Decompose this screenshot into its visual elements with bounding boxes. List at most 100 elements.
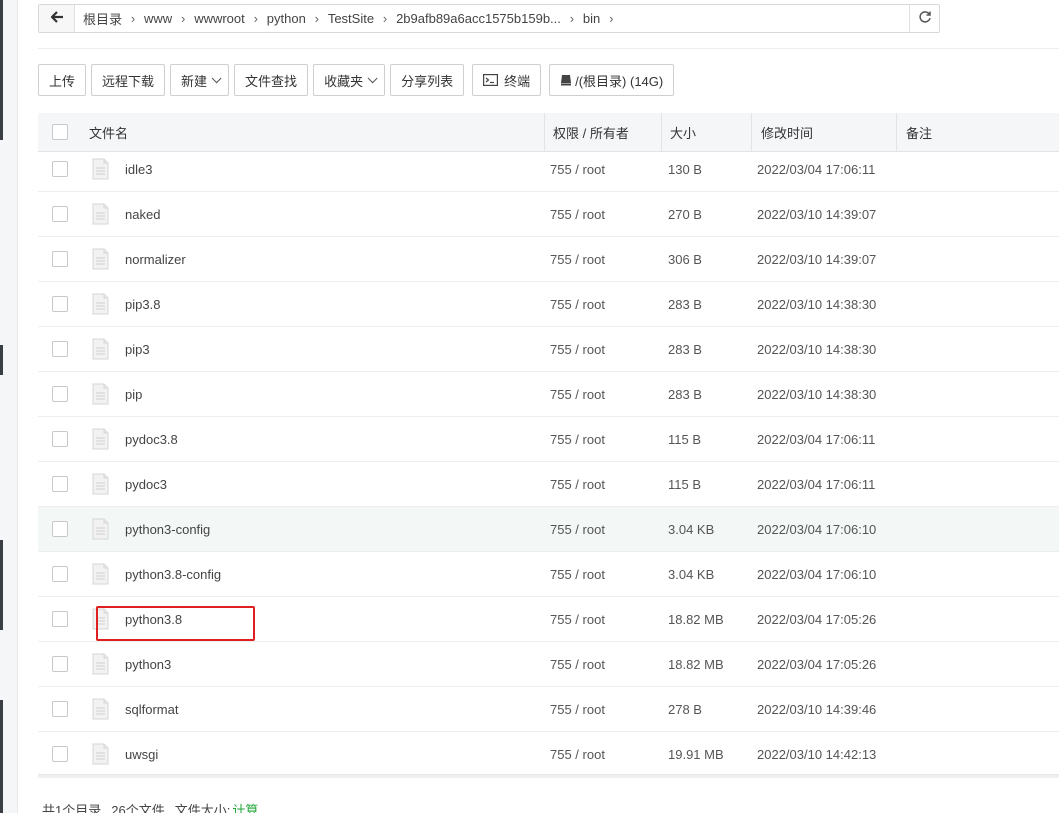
header-permission[interactable]: 权限 / 所有者 bbox=[544, 113, 661, 151]
file-permission[interactable]: 755 / root bbox=[544, 567, 661, 582]
table-row[interactable]: python3.8-config 755 / root 3.04 KB 2022… bbox=[38, 552, 1059, 597]
file-search-button[interactable]: 文件查找 bbox=[234, 64, 309, 96]
file-name[interactable]: python3.8 bbox=[125, 612, 182, 627]
row-checkbox[interactable] bbox=[52, 341, 68, 357]
file-size: 278 B bbox=[668, 701, 702, 717]
file-name[interactable]: pydoc3 bbox=[125, 477, 167, 492]
table-row[interactable]: idle3 755 / root 130 B 2022/03/04 17:06:… bbox=[38, 152, 1059, 192]
file-name[interactable]: idle3 bbox=[125, 162, 152, 177]
file-permission[interactable]: 755 / root bbox=[544, 162, 661, 177]
breadcrumb-item[interactable]: 2b9afb89a6acc1575b159b... bbox=[396, 11, 561, 26]
breadcrumb: 根目录 › www › wwwroot › python › TestSite › 2b9… bbox=[75, 9, 909, 28]
table-row[interactable]: normalizer 755 / root 306 B 2022/03/10 1… bbox=[38, 237, 1059, 282]
share-list-button[interactable]: 分享列表 bbox=[390, 64, 465, 96]
left-sidebar-edge bbox=[0, 0, 18, 813]
divider bbox=[38, 48, 1059, 49]
file-mtime: 2022/03/04 17:06:10 bbox=[757, 521, 877, 537]
file-name[interactable]: pip3.8 bbox=[125, 297, 160, 312]
disk-label: /(根目录) (14G) bbox=[575, 73, 664, 89]
row-checkbox[interactable] bbox=[52, 251, 68, 267]
chevron-down-icon bbox=[367, 72, 378, 83]
row-checkbox[interactable] bbox=[52, 566, 68, 582]
table-row[interactable]: python3.8 755 / root 18.82 MB 2022/03/04… bbox=[38, 597, 1059, 642]
table-row[interactable]: sqlformat 755 / root 278 B 2022/03/10 14… bbox=[38, 687, 1059, 732]
row-checkbox[interactable] bbox=[52, 656, 68, 672]
disk-button[interactable]: /(根目录) (14G) bbox=[549, 64, 675, 96]
file-size: 115 B bbox=[668, 476, 702, 492]
chevron-right-icon: › bbox=[253, 11, 258, 26]
row-checkbox[interactable] bbox=[52, 161, 68, 177]
file-permission[interactable]: 755 / root bbox=[544, 207, 661, 222]
row-checkbox[interactable] bbox=[52, 206, 68, 222]
file-name[interactable]: pip3 bbox=[125, 342, 150, 357]
toolbar: 上传 远程下载 新建 文件查找 收藏夹 分享列表 终端 /(根目录) (14G) bbox=[38, 64, 679, 97]
breadcrumb-item[interactable]: www bbox=[144, 11, 172, 26]
row-checkbox[interactable] bbox=[52, 701, 68, 717]
file-permission[interactable]: 755 / root bbox=[544, 387, 661, 402]
file-permission[interactable]: 755 / root bbox=[544, 297, 661, 312]
file-name[interactable]: python3 bbox=[125, 657, 171, 672]
file-name[interactable]: pydoc3.8 bbox=[125, 432, 178, 447]
file-permission[interactable]: 755 / root bbox=[544, 342, 661, 357]
file-permission[interactable]: 755 / root bbox=[544, 252, 661, 267]
header-filename[interactable]: 文件名 bbox=[82, 113, 544, 151]
table-row[interactable]: python3 755 / root 18.82 MB 2022/03/04 1… bbox=[38, 642, 1059, 687]
file-mtime: 2022/03/10 14:39:46 bbox=[757, 701, 877, 717]
header-mtime[interactable]: 修改时间 bbox=[751, 113, 896, 151]
upload-button[interactable]: 上传 bbox=[38, 64, 87, 96]
file-name[interactable]: python3-config bbox=[125, 522, 210, 537]
file-name[interactable]: naked bbox=[125, 207, 160, 222]
file-permission[interactable]: 755 / root bbox=[544, 747, 661, 762]
file-permission[interactable]: 755 / root bbox=[544, 432, 661, 447]
chevron-right-icon: › bbox=[314, 11, 319, 26]
row-checkbox[interactable] bbox=[52, 386, 68, 402]
file-name[interactable]: pip bbox=[125, 387, 142, 402]
row-checkbox[interactable] bbox=[52, 296, 68, 312]
table-row[interactable]: python3-config 755 / root 3.04 KB 2022/0… bbox=[38, 507, 1059, 552]
breadcrumb-item[interactable]: TestSite bbox=[328, 11, 374, 26]
refresh-button[interactable] bbox=[909, 5, 939, 32]
breadcrumb-item[interactable]: python bbox=[267, 11, 306, 26]
select-all-checkbox[interactable] bbox=[52, 124, 68, 140]
file-permission[interactable]: 755 / root bbox=[544, 702, 661, 717]
table-row[interactable]: pip3.8 755 / root 283 B 2022/03/10 14:38… bbox=[38, 282, 1059, 327]
file-mtime: 2022/03/04 17:05:26 bbox=[757, 656, 877, 672]
file-icon bbox=[92, 518, 109, 540]
terminal-button[interactable]: 终端 bbox=[472, 64, 542, 96]
file-name[interactable]: uwsgi bbox=[125, 747, 158, 762]
chevron-right-icon: › bbox=[382, 11, 388, 26]
file-count: 26个文件 bbox=[111, 803, 165, 813]
row-checkbox[interactable] bbox=[52, 476, 68, 492]
new-dropdown-button[interactable]: 新建 bbox=[170, 64, 230, 96]
file-size: 283 B bbox=[668, 341, 702, 357]
row-checkbox[interactable] bbox=[52, 521, 68, 537]
file-icon bbox=[92, 608, 109, 630]
header-size[interactable]: 大小 bbox=[661, 113, 751, 151]
breadcrumb-item[interactable]: bin bbox=[583, 11, 600, 26]
remote-download-button[interactable]: 远程下载 bbox=[91, 64, 166, 96]
file-permission[interactable]: 755 / root bbox=[544, 522, 661, 537]
file-name[interactable]: sqlformat bbox=[125, 702, 178, 717]
row-checkbox[interactable] bbox=[52, 746, 68, 762]
table-row[interactable]: naked 755 / root 270 B 2022/03/10 14:39:… bbox=[38, 192, 1059, 237]
calculate-size-link[interactable]: 计算 bbox=[232, 803, 258, 813]
row-checkbox[interactable] bbox=[52, 611, 68, 627]
file-permission[interactable]: 755 / root bbox=[544, 657, 661, 672]
row-checkbox[interactable] bbox=[52, 431, 68, 447]
horizontal-scrollbar[interactable] bbox=[38, 774, 1059, 778]
breadcrumb-item[interactable]: 根目录 bbox=[83, 9, 122, 28]
file-name[interactable]: python3.8-config bbox=[125, 567, 221, 582]
file-permission[interactable]: 755 / root bbox=[544, 477, 661, 492]
breadcrumb-item[interactable]: wwwroot bbox=[194, 11, 245, 26]
file-mtime: 2022/03/04 17:06:11 bbox=[757, 161, 876, 177]
favorites-dropdown-button[interactable]: 收藏夹 bbox=[313, 64, 386, 96]
table-row[interactable]: pydoc3 755 / root 115 B 2022/03/04 17:06… bbox=[38, 462, 1059, 507]
table-row[interactable]: uwsgi 755 / root 19.91 MB 2022/03/10 14:… bbox=[38, 732, 1059, 776]
table-row[interactable]: pip3 755 / root 283 B 2022/03/10 14:38:3… bbox=[38, 327, 1059, 372]
remote-download-label: 远程下载 bbox=[102, 73, 155, 89]
table-row[interactable]: pip 755 / root 283 B 2022/03/10 14:38:30 bbox=[38, 372, 1059, 417]
file-permission[interactable]: 755 / root bbox=[544, 612, 661, 627]
file-name[interactable]: normalizer bbox=[125, 252, 186, 267]
table-row[interactable]: pydoc3.8 755 / root 115 B 2022/03/04 17:… bbox=[38, 417, 1059, 462]
back-button[interactable] bbox=[39, 5, 75, 32]
